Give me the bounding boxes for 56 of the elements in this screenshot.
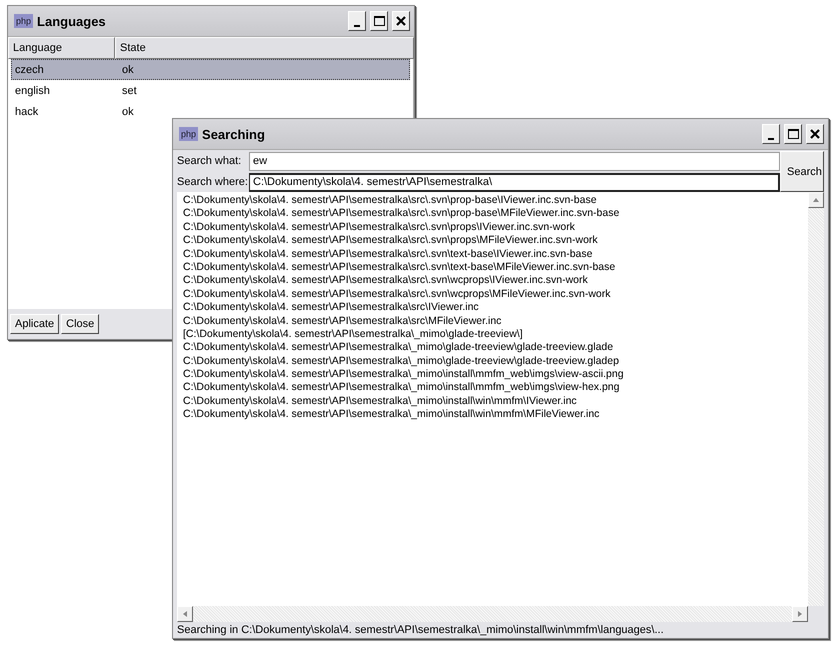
scroll-arrow-button[interactable] <box>792 606 808 622</box>
language-cell-text: czech <box>14 64 45 76</box>
state-cell-text: ok <box>121 64 135 76</box>
input-field[interactable]: ew <box>249 152 780 170</box>
horizontal-scrollbar[interactable] <box>177 606 808 622</box>
window-title: Languages <box>37 14 106 28</box>
result-item[interactable]: C:\Dokumenty\skola\4. semestr\API\semestralka\_mimo\install\win\mmfm\IViewer.inc <box>183 394 802 408</box>
result-item[interactable]: C:\Dokumenty\skola\4. semestr\API\semestralka\src\.svn\text-base\IViewer.inc.svn-base <box>183 248 802 261</box>
result-item[interactable]: C:\Dokumenty\skola\4. semestr\API\semestralka\_mimo\glade-treeview\glade-treeview.gladep <box>183 354 802 368</box>
result-item[interactable]: C:\Dokumenty\skola\4. semestr\API\semestralka\src\.svn\prop-base\MFileViewer.inc.svn-base <box>183 207 802 221</box>
scroll-arrow-button[interactable] <box>177 606 193 622</box>
state-cell-text: ok <box>121 106 135 118</box>
result-item[interactable]: C:\Dokumenty\skola\4. semestr\API\semestralka\src\.svn\wcprops\MFileViewer.inc.svn-work <box>183 288 802 302</box>
maximize-button[interactable] <box>370 11 388 31</box>
language-cell-text: english <box>14 84 51 96</box>
field-label: Search what: <box>177 155 242 167</box>
app-icon: php <box>179 127 198 141</box>
triangle-icon <box>813 197 819 203</box>
search-button[interactable]: Search <box>780 151 824 192</box>
result-item[interactable]: C:\Dokumenty\skola\4. semestr\API\semestralka\src\MFileViewer.inc <box>183 314 802 328</box>
result-item[interactable]: C:\Dokumenty\skola\4. semestr\API\semestralka\_mimo\install\mmfm_web\imgs\view-ascii.png <box>183 368 802 382</box>
window-title: Searching <box>202 126 265 142</box>
column-header[interactable]: State <box>115 37 414 59</box>
app-icon: php <box>14 14 34 28</box>
minimize-button[interactable] <box>762 124 780 144</box>
column-header[interactable]: Language <box>8 37 115 59</box>
result-item[interactable]: C:\Dokumenty\skola\4. semestr\API\semestralka\_mimo\glade-treeview\glade-treeview.glade <box>183 341 802 355</box>
result-item[interactable]: C:\Dokumenty\skola\4. semestr\API\semestralka\src\.svn\props\IViewer.inc.svn-work <box>183 220 802 234</box>
close-button[interactable] <box>392 11 410 31</box>
language-row[interactable]: english set <box>11 80 410 101</box>
triangle-icon <box>797 611 803 617</box>
close-button[interactable] <box>806 124 824 144</box>
scroll-arrow-button[interactable] <box>808 192 824 208</box>
language-row[interactable]: czech ok <box>11 59 410 80</box>
input-field[interactable]: C:\Dokumenty\skola\4. semestr\API\semestralka\ <box>249 172 780 192</box>
language-row[interactable]: hack ok <box>11 101 410 122</box>
result-item[interactable]: C:\Dokumenty\skola\4. semestr\API\semestralka\_mimo\install\win\mmfm\MFileViewer.inc <box>183 408 802 422</box>
status-text: Searching in C:\Dokumenty\skola\4. semestr\API\semestralka\_mimo\install\win\mmfm\languages\... <box>177 624 664 636</box>
result-item[interactable]: [C:\Dokumenty\skola\4. semestr\API\semestralka\_mimo\glade-treeview\] <box>183 328 802 342</box>
dialog-button[interactable]: Aplicate <box>10 314 60 334</box>
triangle-icon <box>182 611 188 617</box>
result-item[interactable]: C:\Dokumenty\skola\4. semestr\API\semestralka\src\.svn\text-base\MFileViewer.inc.svn-base <box>183 260 802 274</box>
minimize-button[interactable] <box>348 11 366 31</box>
minimize-icon <box>768 138 774 140</box>
result-item[interactable]: C:\Dokumenty\skola\4. semestr\API\semestralka\src\IViewer.inc <box>183 301 802 315</box>
maximize-button[interactable] <box>784 124 802 144</box>
language-cell-text: hack <box>14 106 40 118</box>
field-label: Search where: <box>177 176 249 188</box>
vertical-scrollbar[interactable] <box>808 192 824 606</box>
result-item[interactable]: C:\Dokumenty\skola\4. semestr\API\semestralka\src\.svn\wcprops\IViewer.inc.svn-work <box>183 274 802 288</box>
minimize-icon <box>354 24 360 26</box>
result-item[interactable]: C:\Dokumenty\skola\4. semestr\API\semestralka\src\.svn\prop-base\IViewer.inc.svn-base <box>183 194 802 208</box>
dialog-button[interactable]: Close <box>61 314 100 334</box>
state-cell-text: set <box>121 84 138 96</box>
result-item[interactable]: C:\Dokumenty\skola\4. semestr\API\semestralka\src\.svn\props\MFileViewer.inc.svn-work <box>183 234 802 248</box>
result-item[interactable]: C:\Dokumenty\skola\4. semestr\API\semestralka\_mimo\install\mmfm_web\imgs\view-hex.png <box>183 381 802 395</box>
